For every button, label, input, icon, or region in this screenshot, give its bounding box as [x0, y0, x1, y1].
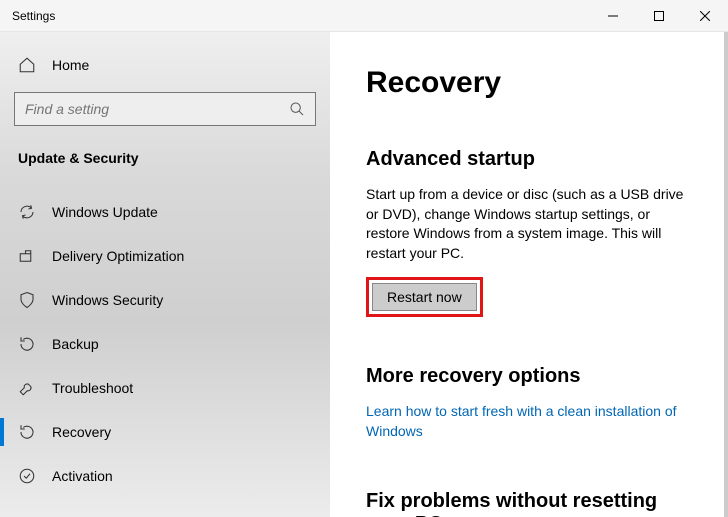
- sidebar-item-backup[interactable]: Backup: [14, 322, 316, 366]
- scrollbar[interactable]: [724, 32, 728, 517]
- page-title: Recovery: [366, 66, 694, 100]
- wrench-icon: [18, 379, 36, 397]
- sync-icon: [18, 203, 36, 221]
- maximize-button[interactable]: [636, 0, 682, 32]
- sidebar-item-activation[interactable]: Activation: [14, 454, 316, 498]
- section-header: Update & Security: [14, 150, 316, 166]
- sidebar-item-windows-update[interactable]: Windows Update: [14, 190, 316, 234]
- advanced-startup-heading: Advanced startup: [366, 148, 694, 171]
- sidebar-item-troubleshoot[interactable]: Troubleshoot: [14, 366, 316, 410]
- activation-icon: [18, 467, 36, 485]
- sidebar-item-label: Troubleshoot: [52, 380, 133, 396]
- sidebar-item-label: Delivery Optimization: [52, 248, 184, 264]
- minimize-button[interactable]: [590, 0, 636, 32]
- recovery-icon: [18, 423, 36, 441]
- home-icon: [18, 56, 36, 74]
- start-fresh-link[interactable]: Learn how to start fresh with a clean in…: [366, 402, 694, 441]
- advanced-startup-body: Start up from a device or disc (such as …: [366, 185, 694, 263]
- shield-icon: [18, 291, 36, 309]
- home-label: Home: [52, 57, 89, 73]
- delivery-icon: [18, 247, 36, 265]
- fix-problems-heading: Fix problems without resetting your PC: [366, 490, 694, 517]
- sidebar-item-label: Recovery: [52, 424, 111, 440]
- search-icon: [289, 101, 305, 117]
- window-controls: [590, 0, 728, 31]
- more-recovery-heading: More recovery options: [366, 365, 694, 388]
- sidebar: Home Update & Security Windows Update De…: [0, 32, 330, 517]
- search-box[interactable]: [14, 92, 316, 126]
- sidebar-item-label: Activation: [52, 468, 113, 484]
- main-content: Recovery Advanced startup Start up from …: [330, 32, 724, 517]
- window-title: Settings: [12, 9, 55, 23]
- sidebar-item-label: Windows Update: [52, 204, 158, 220]
- sidebar-item-delivery-optimization[interactable]: Delivery Optimization: [14, 234, 316, 278]
- search-input[interactable]: [25, 101, 289, 117]
- sidebar-item-recovery[interactable]: Recovery: [14, 410, 316, 454]
- restart-highlight: Restart now: [366, 277, 483, 317]
- titlebar: Settings: [0, 0, 728, 32]
- sidebar-item-windows-security[interactable]: Windows Security: [14, 278, 316, 322]
- sidebar-item-label: Windows Security: [52, 292, 163, 308]
- home-link[interactable]: Home: [14, 50, 316, 92]
- restart-now-button[interactable]: Restart now: [372, 283, 477, 311]
- close-button[interactable]: [682, 0, 728, 32]
- sidebar-item-label: Backup: [52, 336, 99, 352]
- backup-icon: [18, 335, 36, 353]
